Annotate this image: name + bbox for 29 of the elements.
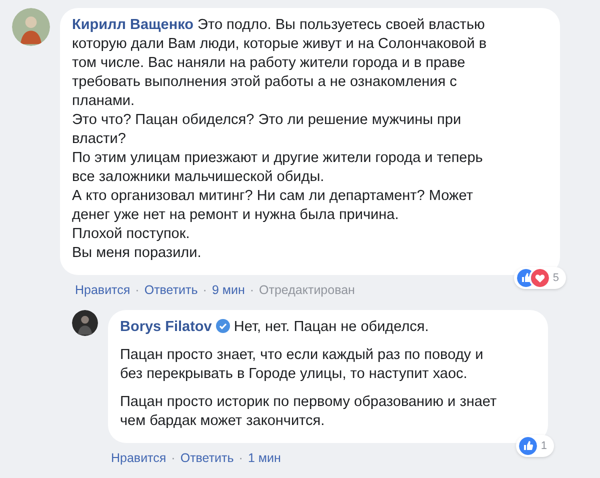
author-name[interactable]: Кирилл Ващенко (72, 17, 194, 33)
comment-action-link[interactable]: Нравится (72, 281, 134, 300)
reaction-count: 5 (552, 270, 560, 286)
comment-text: Плохой поступок. (72, 225, 191, 244)
comment-text: Borys Filatov Нет, нет. Пацан не обиделся. (120, 318, 430, 337)
separator-dot: · (248, 282, 256, 299)
heart-icon (530, 269, 549, 287)
avatar[interactable] (72, 310, 98, 336)
separator-dot: · (238, 450, 244, 467)
timestamp[interactable]: 1 мин (244, 448, 284, 468)
separator-dot: · (202, 282, 208, 299)
reaction-count: 1 (540, 438, 548, 454)
comment-text: Пацан просто историк по первому образованию и знает чем бардак может закончится. (120, 392, 498, 431)
author-name[interactable]: Borys Filatov (120, 318, 212, 335)
comment-action-link[interactable]: Нравится (108, 448, 170, 468)
edited-label[interactable]: Отредактирован (256, 281, 358, 300)
timestamp[interactable]: 9 мин (208, 281, 248, 300)
comment-text: Кирилл Ващенко Это подло. Вы пользуетесь своей властью которую дали Вам люди, которые живут и на Солончаковой в том числе. Вас наняли на работу жители города и в праве требовать выполнения этой работы а не ознакомления с планами. (72, 16, 488, 111)
comment-action-link[interactable]: Ответить (177, 448, 237, 468)
comment-text: А кто организовал митинг? Ни сам ли департамент? Может денег уже нет на ремонт и нужна была причина. (72, 187, 474, 225)
reaction-summary[interactable]: 5 (514, 267, 566, 289)
comment-text: Пацан просто знает, что если каждый раз по поводу и без перекрывать в Городе улицы, то наступит хаос. (120, 346, 484, 384)
comment-action-link[interactable]: Ответить (141, 281, 201, 300)
separator-dot: · (134, 282, 140, 299)
reaction-summary[interactable]: 1 (516, 434, 554, 457)
comment-text: По этим улицам приезжают и другие жители города и теперь все заложники мальчишеской обиды. (72, 149, 484, 187)
comment-text: Вы меня поразили. (72, 244, 202, 263)
separator-dot: · (170, 450, 176, 467)
comment-text: Это что? Пацан обиделся? Это ли решение мужчины при власти? (72, 111, 462, 149)
